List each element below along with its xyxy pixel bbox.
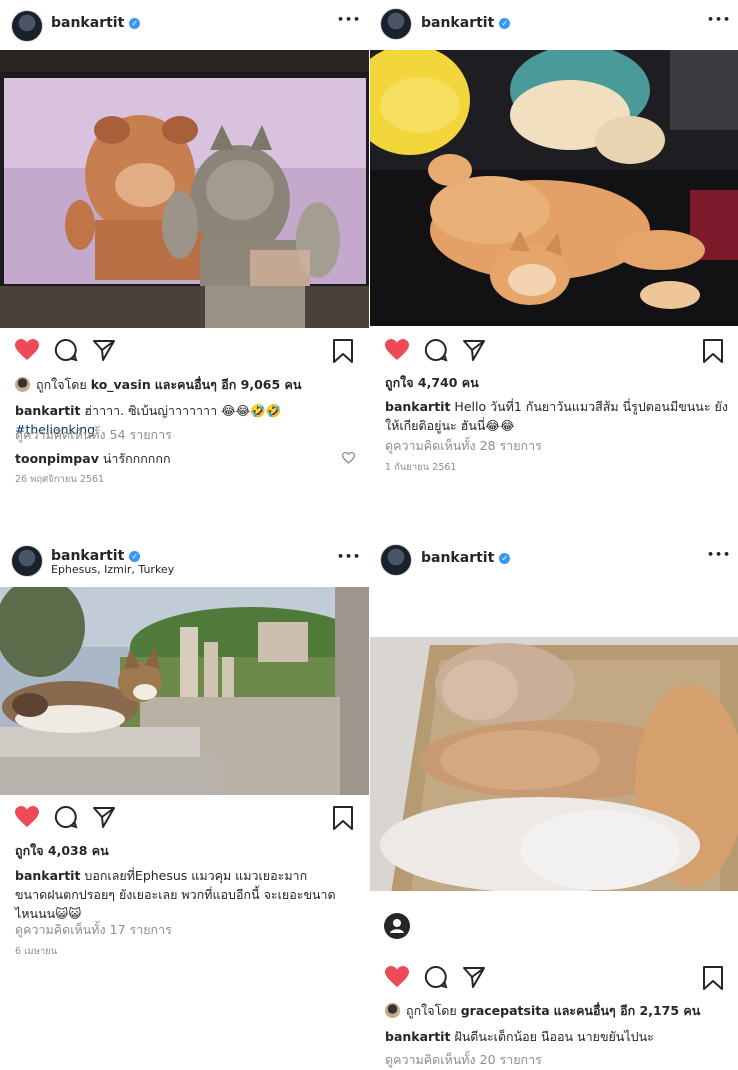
- share-icon[interactable]: [462, 965, 486, 989]
- caption: bankartit บอกเลยที่Ephesus แมวคุม แมวเยอ…: [15, 866, 340, 923]
- post-header: bankartit ✓ Ephesus, Izmir, Turkey •••: [0, 535, 369, 585]
- comment-text: น่ารักกกกกก: [102, 451, 171, 466]
- comment-row: toonpimpav น่ารักกกกกก: [15, 449, 360, 468]
- username-link[interactable]: bankartit ✓: [421, 550, 511, 566]
- bookmark-icon[interactable]: [702, 965, 724, 991]
- username-link[interactable]: bankartit ✓: [421, 15, 511, 31]
- caption-username[interactable]: bankartit: [385, 1029, 450, 1044]
- post-date: 6 เมษายน: [15, 946, 58, 957]
- bookmark-icon[interactable]: [332, 805, 354, 831]
- bookmark-icon[interactable]: [332, 338, 354, 364]
- tagged-user-icon[interactable]: [384, 913, 410, 939]
- view-all-comments[interactable]: ดูความคิดเห็นทั้ง 28 รายการ: [385, 436, 542, 455]
- post-date: 26 พฤศจิกายน 2561: [15, 474, 105, 485]
- likes-prefix: ถูกใจโดย: [36, 377, 87, 392]
- likes-count[interactable]: ถูกใจ 4,038 คน: [15, 841, 109, 860]
- avatar[interactable]: [380, 8, 412, 40]
- view-all-comments[interactable]: ดูความคิดเห็นทั้ง 17 รายการ: [15, 920, 172, 939]
- post-1: bankartit ✓ ••• ถูกใจโดย ko_vasin และคนอ…: [0, 0, 369, 520]
- post-date: 1 กันยายน 2561: [385, 462, 457, 473]
- likes-others[interactable]: และคนอื่นๆ อีก 2,175 คน: [554, 1003, 701, 1018]
- avatar[interactable]: [11, 545, 43, 577]
- comment-icon[interactable]: [54, 805, 78, 829]
- post-photo[interactable]: [0, 50, 369, 328]
- verified-badge-icon: ✓: [499, 553, 511, 564]
- liker-username[interactable]: gracepatsita: [461, 1003, 550, 1018]
- post-actions: [370, 338, 738, 368]
- post-photo[interactable]: [0, 587, 369, 795]
- more-options-icon[interactable]: •••: [337, 550, 361, 563]
- post-header: bankartit ✓ •••: [370, 0, 738, 50]
- post-actions: [370, 965, 738, 995]
- heart-icon[interactable]: [384, 338, 410, 362]
- caption-username[interactable]: bankartit: [385, 399, 450, 414]
- post-3: bankartit ✓ Ephesus, Izmir, Turkey ••• ถ…: [0, 535, 369, 1070]
- comment-icon[interactable]: [424, 965, 448, 989]
- likes-line: ถูกใจโดย ko_vasin และคนอื่นๆ อีก 9,065 ค…: [15, 375, 301, 394]
- more-options-icon[interactable]: •••: [707, 548, 731, 561]
- liker-avatar: [15, 377, 30, 392]
- heart-icon[interactable]: [14, 805, 40, 829]
- share-icon[interactable]: [462, 338, 486, 362]
- post-header: bankartit ✓ •••: [0, 0, 369, 50]
- share-icon[interactable]: [92, 338, 116, 362]
- username[interactable]: bankartit: [421, 15, 494, 31]
- username[interactable]: bankartit: [51, 15, 124, 31]
- comment-icon[interactable]: [424, 338, 448, 362]
- comment-username[interactable]: toonpimpav: [15, 451, 99, 466]
- post-actions: [0, 805, 369, 835]
- comment-icon[interactable]: [54, 338, 78, 362]
- post-header: bankartit ✓ •••: [370, 535, 738, 585]
- bookmark-icon[interactable]: [702, 338, 724, 364]
- post-2: bankartit ✓ ••• ถูกใจ 4,740 คน bankartit…: [370, 0, 738, 520]
- username-link[interactable]: bankartit ✓: [51, 548, 141, 564]
- heart-icon[interactable]: [384, 965, 410, 989]
- location-link[interactable]: Ephesus, Izmir, Turkey: [51, 563, 174, 576]
- post-photo[interactable]: [370, 585, 738, 900]
- caption-username[interactable]: bankartit: [15, 403, 80, 418]
- comment-like-icon[interactable]: [342, 452, 355, 464]
- kittens-box-photo: [370, 585, 738, 900]
- username[interactable]: bankartit: [51, 548, 124, 564]
- share-icon[interactable]: [92, 805, 116, 829]
- likes-count[interactable]: ถูกใจ 4,740 คน: [385, 373, 479, 392]
- caption: bankartit Hello วันที่1 กันยาวันแมวสีส้ม…: [385, 397, 730, 435]
- avatar[interactable]: [380, 544, 412, 576]
- more-options-icon[interactable]: •••: [337, 13, 361, 26]
- caption-username[interactable]: bankartit: [15, 868, 80, 883]
- avatar[interactable]: [11, 10, 43, 42]
- verified-badge-icon: ✓: [129, 18, 141, 29]
- more-options-icon[interactable]: •••: [707, 13, 731, 26]
- caption-text: ฝันดีนะเด็กน้อย นีออน นายขยันไปนะ: [454, 1029, 654, 1044]
- verified-badge-icon: ✓: [499, 18, 511, 29]
- username[interactable]: bankartit: [421, 550, 494, 566]
- likes-others[interactable]: และคนอื่นๆ อีก 9,065 คน: [155, 377, 302, 392]
- caption: bankartit ฝันดีนะเด็กน้อย นีออน นายขยันไ…: [385, 1027, 730, 1046]
- liker-avatar: [385, 1003, 400, 1018]
- liker-username[interactable]: ko_vasin: [91, 377, 151, 392]
- heart-icon[interactable]: [14, 338, 40, 362]
- view-all-comments[interactable]: ดูความคิดเห็นทั้ง 54 รายการ: [15, 425, 172, 444]
- likes-line: ถูกใจโดย gracepatsita และคนอื่นๆ อีก 2,1…: [385, 1001, 700, 1020]
- view-all-comments[interactable]: ดูความคิดเห็นทั้ง 20 รายการ: [385, 1050, 542, 1069]
- likes-prefix: ถูกใจโดย: [406, 1003, 457, 1018]
- lion-king-cat-photo: [0, 50, 369, 328]
- caption-text: ฮ่าาาา. ซิเบ้นญ่าาาาาาา 😂😂🤣🤣: [84, 403, 282, 418]
- verified-badge-icon: ✓: [129, 551, 141, 562]
- ephesus-cat-ruins-photo: [0, 587, 369, 795]
- post-actions: [0, 338, 369, 368]
- post-photo[interactable]: [370, 50, 738, 326]
- post-4: bankartit ✓ ••• ถูกใจโดย gracepatsita และ…: [370, 535, 738, 1070]
- username-link[interactable]: bankartit ✓: [51, 15, 141, 31]
- orange-cat-sofa-photo: [370, 50, 738, 326]
